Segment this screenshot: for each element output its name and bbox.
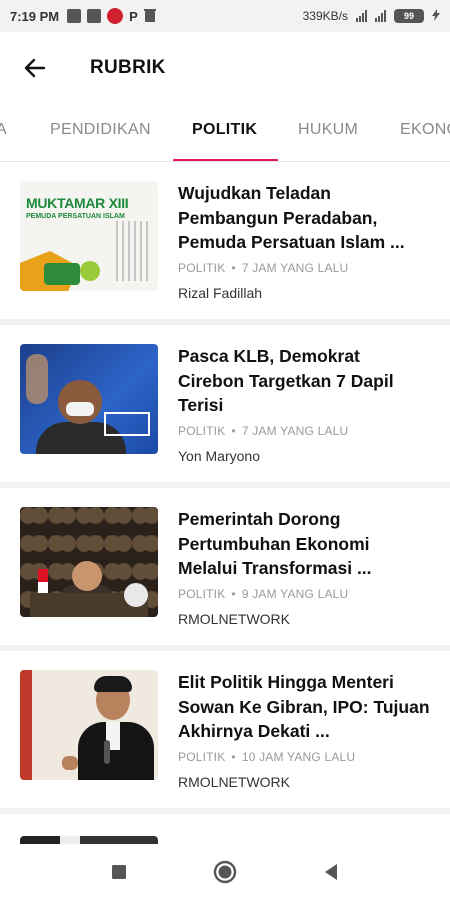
article-category: POLITIK: [178, 586, 226, 601]
network-speed: 339KB/s: [302, 9, 348, 23]
status-bar: 7:19 PM P 339KB/s 99: [0, 0, 450, 32]
article-list: MUKTAMAR XIII PEMUDA PERSATUAN ISLAM Wuj…: [0, 162, 450, 814]
article-title: Elit Politik Hingga Menteri Sowan Ke Gib…: [178, 672, 430, 741]
article-author: RMOLNETWORK: [178, 773, 290, 790]
article-thumbnail: [20, 344, 158, 454]
article-meta: POLITIK • 7 JAM YANG LALU: [178, 423, 349, 438]
article-thumbnail: MUKTAMAR XIII PEMUDA PERSATUAN ISLAM: [20, 181, 158, 291]
signal-icon: [356, 10, 367, 22]
battery-icon: 99: [394, 9, 424, 23]
article-item[interactable]: Pasca KLB, Demokrat Cirebon Targetkan 7 …: [0, 325, 450, 488]
system-back-button[interactable]: [316, 857, 346, 887]
tab-hukum[interactable]: HUKUM: [298, 104, 358, 161]
article-meta: POLITIK • 9 JAM YANG LALU: [178, 586, 349, 601]
tab-politik[interactable]: POLITIK: [192, 104, 257, 161]
article-title: Pasca KLB, Demokrat Cirebon Targetkan 7 …: [178, 346, 394, 415]
article-time: 7 JAM YANG LALU: [241, 423, 349, 438]
recent-apps-button[interactable]: [104, 857, 134, 887]
app-header: RUBRIK: [0, 32, 450, 104]
article-item-partial[interactable]: [0, 816, 450, 844]
article-thumbnail: [20, 670, 158, 780]
circle-icon: [213, 860, 237, 884]
back-button[interactable]: [0, 32, 70, 104]
article-time: 7 JAM YANG LALU: [241, 260, 349, 275]
article-item[interactable]: Pemerintah Dorong Pertumbuhan Ekonomi Me…: [0, 488, 450, 651]
tab-partial-left[interactable]: A: [0, 104, 7, 161]
article-category: POLITIK: [178, 260, 226, 275]
thumbnail-subheading: PEMUDA PERSATUAN ISLAM: [26, 213, 125, 220]
page-title: RUBRIK: [90, 57, 166, 78]
article-author: Rizal Fadillah: [178, 284, 263, 301]
square-icon: [112, 865, 126, 879]
thumbnail-heading: MUKTAMAR XIII: [26, 195, 129, 211]
article-title: Wujudkan Teladan Pembangun Peradaban, Pe…: [178, 183, 405, 252]
article-category: POLITIK: [178, 423, 226, 438]
notification-p-icon: P: [129, 8, 138, 24]
status-time: 7:19 PM: [10, 8, 60, 24]
signal-icon-2: [375, 10, 386, 22]
home-button[interactable]: [210, 857, 240, 887]
tab-pendidikan[interactable]: PENDIDIKAN: [50, 104, 151, 161]
trash-icon: [143, 8, 156, 25]
article-meta: POLITIK • 7 JAM YANG LALU: [178, 260, 349, 275]
category-tabs: A PENDIDIKAN POLITIK HUKUM EKONO: [0, 104, 450, 162]
arrow-left-icon: [24, 58, 46, 78]
system-navigation-bar: [0, 844, 450, 900]
article-thumbnail: [20, 507, 158, 617]
article-item[interactable]: Elit Politik Hingga Menteri Sowan Ke Gib…: [0, 651, 450, 814]
article-title: Pemerintah Dorong Pertumbuhan Ekonomi Me…: [178, 509, 372, 578]
article-category: POLITIK: [178, 749, 226, 764]
article-time: 10 JAM YANG LALU: [241, 749, 356, 764]
article-item[interactable]: MUKTAMAR XIII PEMUDA PERSATUAN ISLAM Wuj…: [0, 162, 450, 325]
tab-ekonomi[interactable]: EKONO: [400, 104, 450, 161]
notification-red-app-icon: [107, 8, 124, 24]
article-author: RMOLNETWORK: [178, 610, 290, 627]
status-notification-icons: P: [67, 8, 156, 25]
article-meta: POLITIK • 10 JAM YANG LALU: [178, 749, 356, 764]
triangle-back-icon: [325, 864, 337, 880]
article-author: Yon Maryono: [178, 447, 260, 464]
notification-app-icon: [67, 9, 82, 23]
status-right: 339KB/s 99: [302, 8, 440, 24]
article-time: 9 JAM YANG LALU: [241, 586, 349, 601]
notification-image-icon: [87, 9, 102, 23]
article-thumbnail: [20, 836, 158, 844]
charging-icon: [432, 8, 440, 24]
